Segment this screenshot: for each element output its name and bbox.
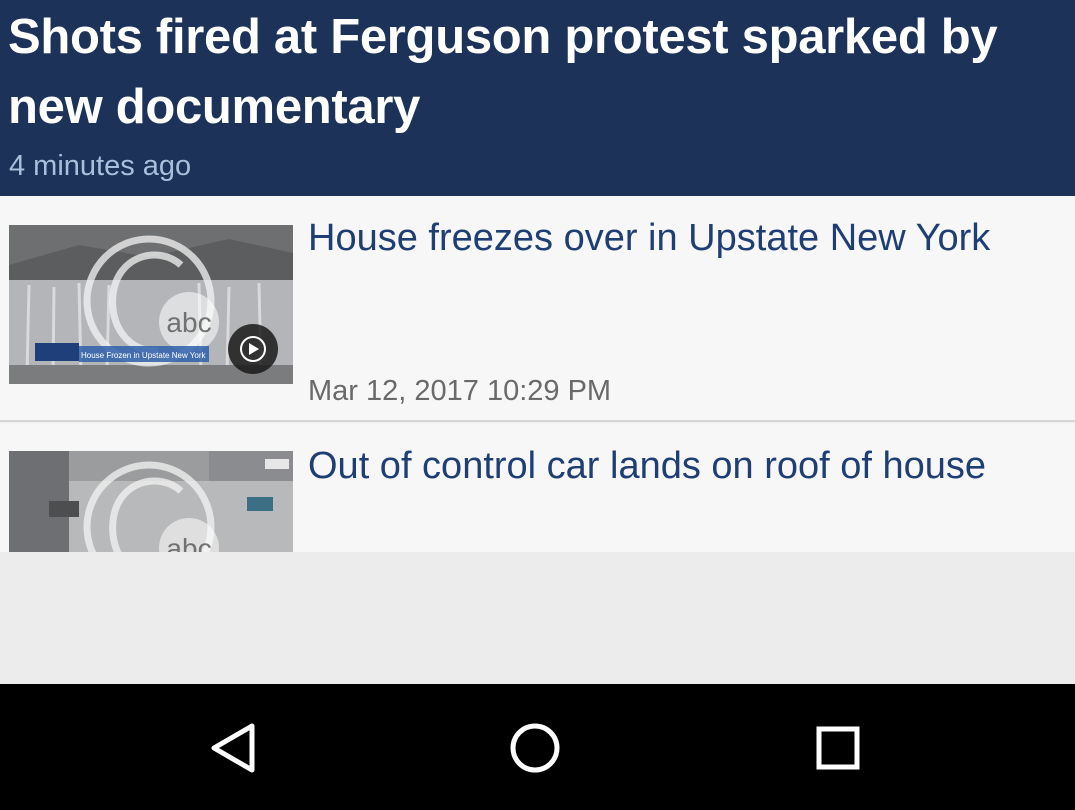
story-date: Mar 12, 2017 10:29 PM	[308, 375, 612, 407]
list-item[interactable]: abc House Frozen in Upstate New York Hou…	[0, 196, 1075, 422]
svg-text:abc: abc	[166, 307, 211, 338]
headline-card[interactable]: Shots fired at Ferguson protest sparked …	[0, 0, 1075, 196]
thumbnail-caption: House Frozen in Upstate New York	[81, 351, 207, 360]
story-thumbnail[interactable]: abc	[9, 451, 293, 552]
list-item[interactable]: abc Out of control car lands on roof of …	[0, 423, 1075, 552]
system-navigation-bar	[0, 684, 1075, 810]
empty-list-area	[0, 552, 1075, 684]
story-thumbnail[interactable]: abc House Frozen in Upstate New York	[9, 225, 293, 384]
home-circle-icon[interactable]	[503, 716, 567, 780]
headline-title: Shots fired at Ferguson protest sparked …	[8, 10, 998, 134]
story-title: House freezes over in Upstate New York	[308, 217, 991, 259]
story-title: Out of control car lands on roof of hous…	[308, 445, 987, 487]
headline-timestamp: 4 minutes ago	[9, 150, 192, 182]
svg-text:abc: abc	[166, 533, 211, 552]
recents-square-icon[interactable]	[806, 716, 870, 780]
play-video-icon[interactable]	[228, 324, 278, 374]
back-triangle-icon[interactable]	[202, 716, 266, 780]
